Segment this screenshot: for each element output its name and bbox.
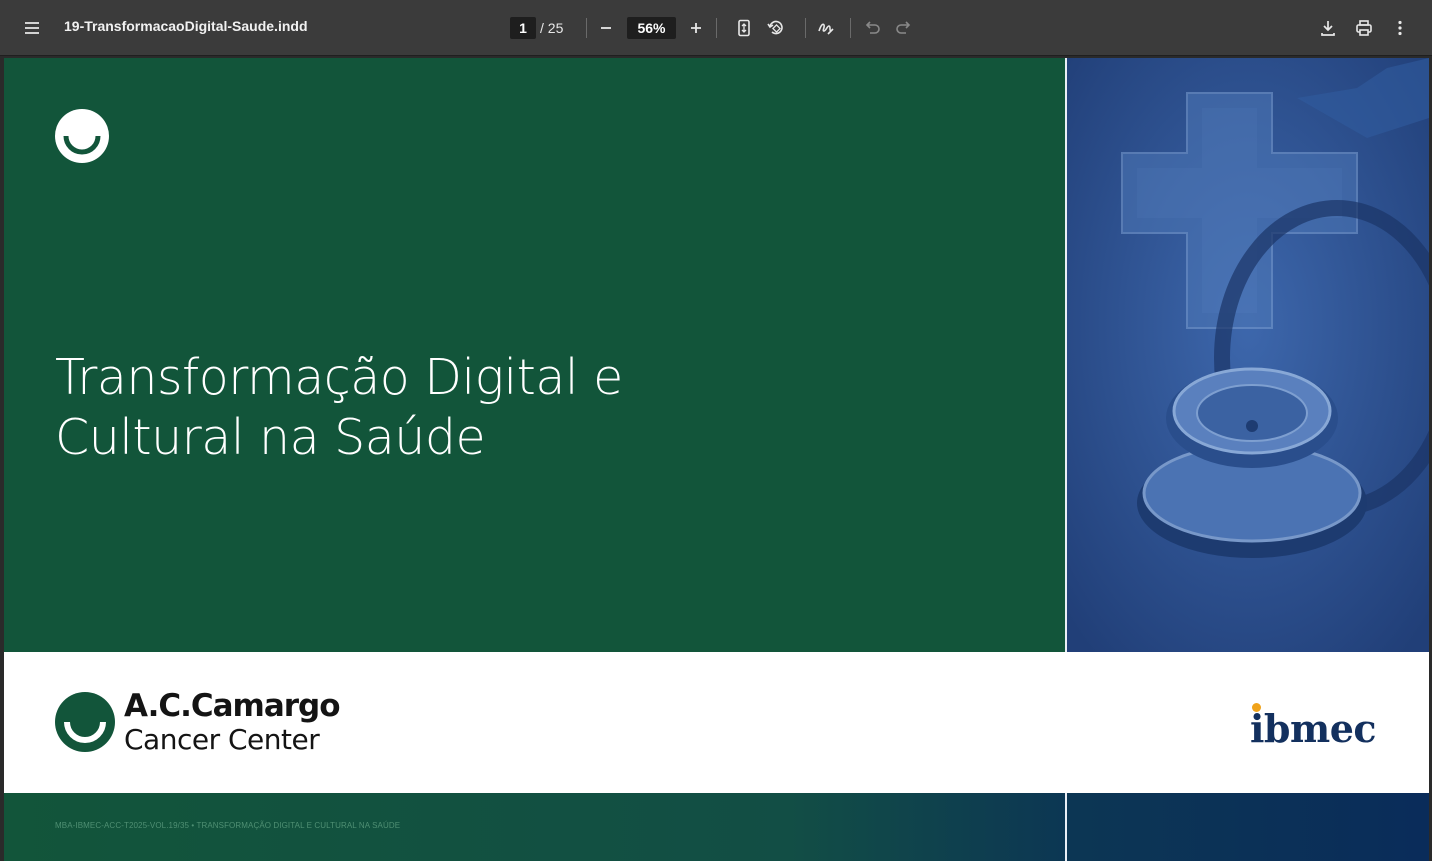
vertical-divider xyxy=(1065,58,1067,652)
draw-icon[interactable] xyxy=(810,12,842,44)
footer-code: MBA-IBMEC-ACC-T2025-VOL.19/35 • TRANSFOR… xyxy=(55,821,401,830)
pdf-toolbar: 19-TransformacaoDigital-Saude.indd / 25 xyxy=(0,0,1432,56)
fit-page-icon[interactable] xyxy=(728,12,760,44)
download-icon[interactable] xyxy=(1312,12,1344,44)
zoom-out-icon[interactable] xyxy=(590,12,622,44)
ibmec-logo: ibmec xyxy=(1250,706,1377,751)
acc-smile-logo xyxy=(55,692,115,752)
pdf-page: Transformação Digital e Cultural na Saúd… xyxy=(4,58,1429,861)
footer-vertical-divider xyxy=(1065,793,1067,861)
toolbar-divider xyxy=(805,18,806,38)
hamburger-menu-icon[interactable] xyxy=(16,12,48,44)
ibmec-logo-dot xyxy=(1252,703,1261,712)
cover-photo-stethoscope xyxy=(1067,58,1429,652)
cover-title-line-1: Transformação Digital e xyxy=(55,349,623,406)
cover-title: Transformação Digital e Cultural na Saúd… xyxy=(55,348,623,468)
acc-subtitle: Cancer Center xyxy=(124,723,320,756)
current-page-input[interactable] xyxy=(510,17,536,39)
rotate-icon[interactable] xyxy=(760,12,792,44)
print-icon[interactable] xyxy=(1348,12,1380,44)
toolbar-divider xyxy=(586,18,587,38)
zoom-in-icon[interactable] xyxy=(680,12,712,44)
smile-logo-white xyxy=(55,109,109,163)
undo-icon[interactable] xyxy=(856,12,888,44)
toolbar-divider xyxy=(850,18,851,38)
more-options-icon[interactable] xyxy=(1384,12,1416,44)
file-name: 19-TransformacaoDigital-Saude.indd xyxy=(64,18,308,34)
acc-name: A.C.Camargo xyxy=(124,688,341,724)
redo-icon[interactable] xyxy=(888,12,920,44)
zoom-input[interactable] xyxy=(627,17,676,39)
cover-title-line-2: Cultural na Saúde xyxy=(55,409,486,466)
page-total: / 25 xyxy=(540,20,564,36)
toolbar-divider xyxy=(716,18,717,38)
